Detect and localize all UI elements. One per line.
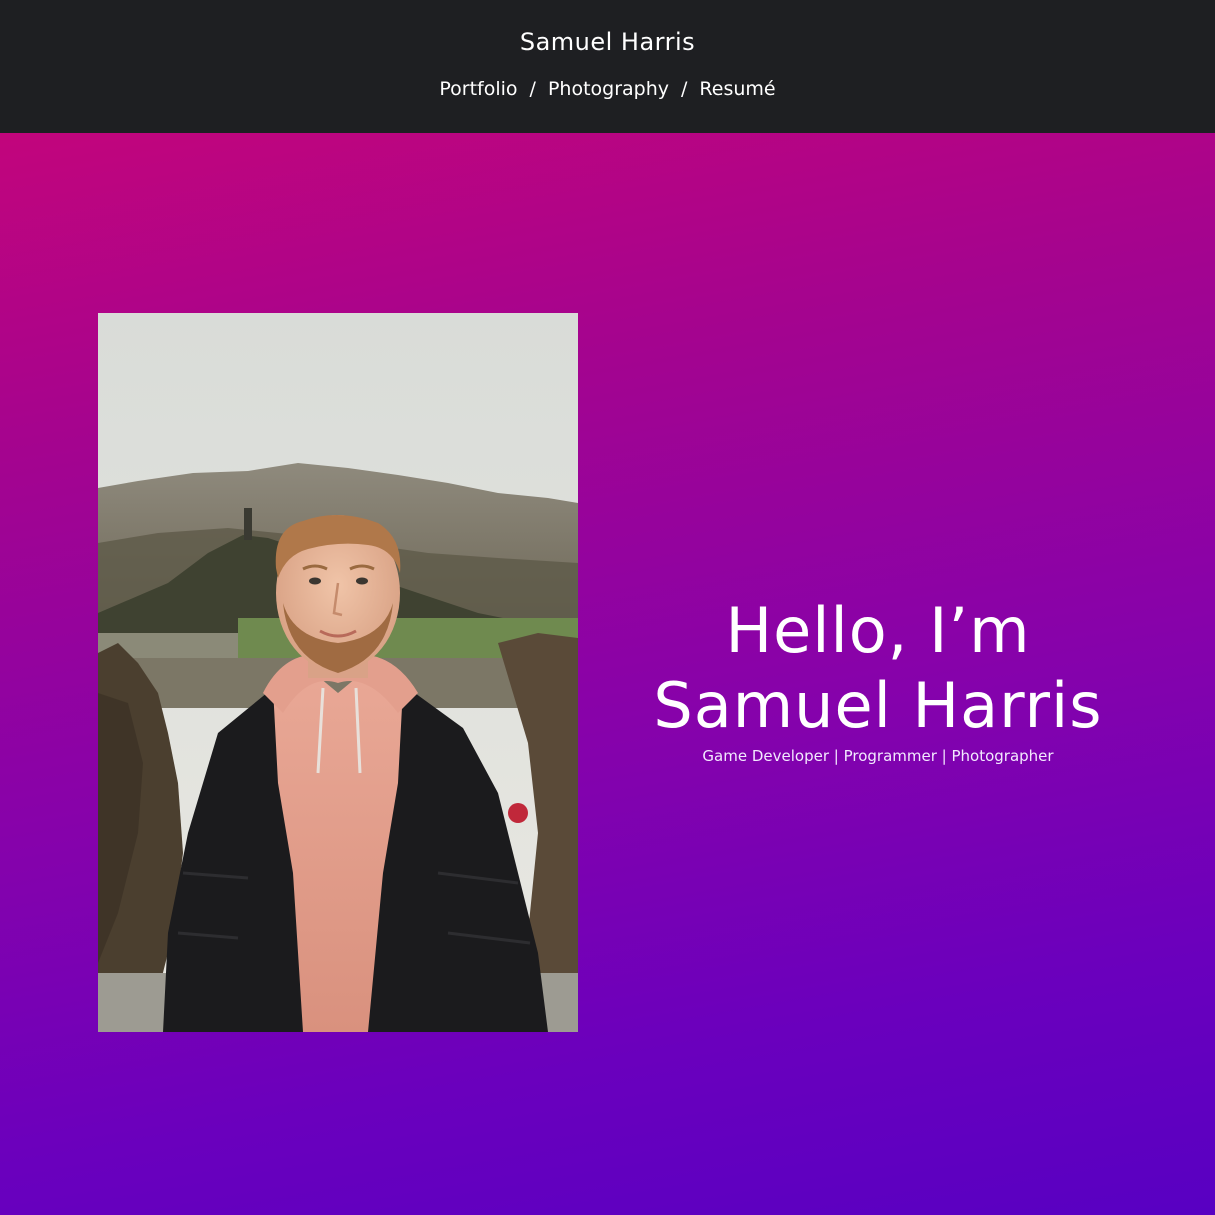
intro-block: Hello, I’m Samuel Harris Game Developer …: [618, 593, 1138, 765]
nav-link-resume[interactable]: Resumé: [699, 78, 775, 100]
photo-monument: [244, 508, 252, 540]
photo-jacket-badge: [508, 803, 528, 823]
nav-separator: /: [681, 78, 688, 100]
main-nav: Portfolio / Photography / Resumé: [0, 78, 1215, 100]
hero-section: Hello, I’m Samuel Harris Game Developer …: [0, 133, 1215, 1215]
hero-tagline: Game Developer | Programmer | Photograph…: [702, 747, 1054, 765]
profile-photo: [98, 313, 578, 1032]
nav-link-photography[interactable]: Photography: [548, 78, 669, 100]
site-header: Samuel Harris Portfolio / Photography / Resu…: [0, 0, 1215, 133]
nav-link-portfolio[interactable]: Portfolio: [439, 78, 517, 100]
nav-separator: /: [529, 78, 536, 100]
site-title[interactable]: Samuel Harris: [0, 28, 1215, 56]
hero-heading: Hello, I’m Samuel Harris: [653, 594, 1103, 742]
